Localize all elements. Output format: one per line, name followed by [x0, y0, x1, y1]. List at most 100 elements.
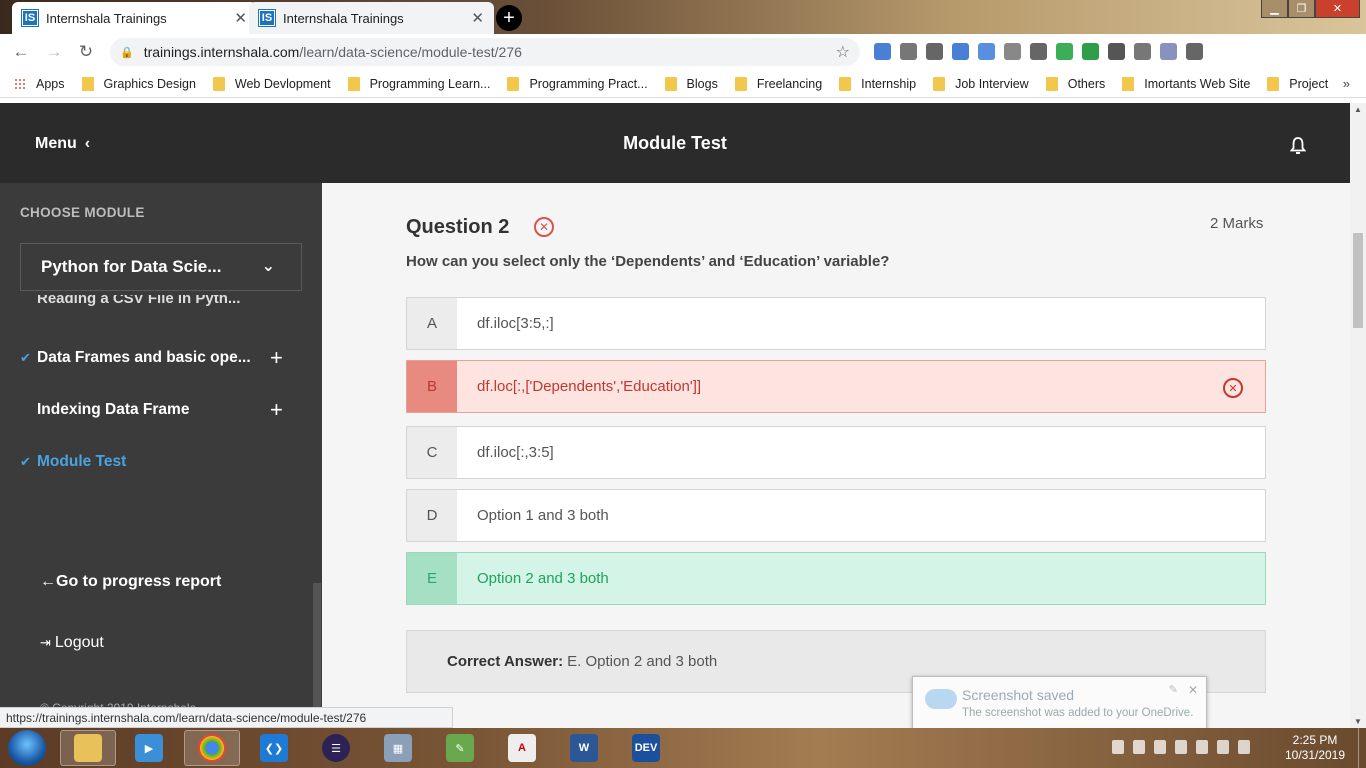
- bookmark-folder[interactable]: Programming Pract...: [507, 76, 648, 91]
- scroll-up-icon[interactable]: ▲: [1354, 105, 1362, 114]
- minimize-window-button[interactable]: ▁: [1261, 0, 1288, 18]
- vscode-icon: ❮❯: [260, 734, 288, 762]
- option-b[interactable]: B df.loc[:,['Dependents','Education']] ✕: [406, 360, 1266, 413]
- bookmark-folder[interactable]: Graphics Design: [81, 76, 196, 91]
- sidebar-item-module-test[interactable]: ✔ Module Test: [0, 447, 310, 477]
- extension-icon[interactable]: [1108, 43, 1125, 60]
- folder-icon: [81, 76, 94, 91]
- option-text: Option 2 and 3 both: [477, 570, 609, 587]
- forward-arrow-icon[interactable]: →: [45, 42, 63, 61]
- bookmark-folder[interactable]: Web Devlopment: [212, 76, 331, 91]
- onedrive-icon[interactable]: [1175, 740, 1187, 754]
- close-icon[interactable]: ✕: [1188, 683, 1198, 697]
- close-window-button[interactable]: ✕: [1315, 0, 1360, 18]
- taskbar-word[interactable]: W: [556, 730, 612, 766]
- taskbar-devcpp[interactable]: DEV: [618, 730, 674, 766]
- bookmark-folder[interactable]: Programming Learn...: [347, 76, 490, 91]
- php-extension-icon[interactable]: [1160, 43, 1177, 60]
- close-tab-icon[interactable]: ✕: [234, 9, 247, 27]
- reload-icon[interactable]: ↻: [77, 42, 95, 61]
- sidebar-item-indexing[interactable]: Indexing Data Frame +: [0, 395, 310, 425]
- expand-plus-icon[interactable]: +: [270, 345, 283, 371]
- page-scrollbar[interactable]: ▲ ▼: [1350, 103, 1366, 728]
- option-c[interactable]: C df.iloc[:,3:5]: [406, 426, 1266, 479]
- bookmark-folder[interactable]: Project: [1267, 76, 1329, 91]
- taskbar-chrome[interactable]: [184, 730, 240, 766]
- drive-extension-icon[interactable]: [1056, 43, 1073, 60]
- scroll-down-icon[interactable]: ▼: [1354, 717, 1362, 726]
- sidebar-item-reading-csv[interactable]: Reading a CSV File in Pyth...: [37, 295, 240, 309]
- action-center-icon[interactable]: [1133, 740, 1145, 754]
- extension-icon[interactable]: [1030, 43, 1047, 60]
- mail-extension-icon[interactable]: [926, 43, 943, 60]
- bookmark-label: Others: [1067, 76, 1106, 91]
- logout-icon: ⇥: [40, 635, 51, 650]
- taskbar-media-player[interactable]: ▶: [121, 730, 177, 766]
- address-bar[interactable]: 🔒 trainings.internshala.com /learn/data-…: [110, 38, 860, 66]
- scrollbar-thumb[interactable]: [1353, 233, 1363, 328]
- folder-icon: [212, 76, 225, 91]
- display-icon[interactable]: [1154, 740, 1166, 754]
- back-arrow-icon[interactable]: ←: [12, 42, 30, 61]
- power-icon[interactable]: [1196, 740, 1208, 754]
- extension-icon[interactable]: [952, 43, 969, 60]
- translate-extension-icon[interactable]: [874, 43, 891, 60]
- browser-tab-2[interactable]: IS Internshala Trainings ✕: [249, 2, 494, 34]
- show-desktop-button[interactable]: [1358, 728, 1366, 768]
- location-extension-icon[interactable]: [1004, 43, 1021, 60]
- option-d[interactable]: D Option 1 and 3 both: [406, 489, 1266, 542]
- taskbar-sticky-app[interactable]: ✎: [432, 730, 488, 766]
- tray-arrow-icon[interactable]: [1112, 740, 1124, 754]
- bookmark-folder[interactable]: Job Interview: [933, 76, 1029, 91]
- bookmark-star-icon[interactable]: ☆: [836, 42, 850, 62]
- folder-icon: [1122, 76, 1135, 91]
- camera-extension-icon[interactable]: [978, 43, 995, 60]
- screenshot-extension-icon[interactable]: [1134, 43, 1151, 60]
- module-dropdown[interactable]: Python for Data Scie... ⌄: [20, 243, 302, 291]
- extension-icon[interactable]: [1082, 43, 1099, 60]
- check-icon: ✔: [20, 350, 31, 365]
- new-tab-button[interactable]: +: [496, 5, 522, 31]
- bookmark-folder[interactable]: Blogs: [664, 76, 718, 91]
- url-path: /learn/data-science/module-test/276: [299, 44, 522, 60]
- question-title: Question 2: [406, 216, 510, 238]
- maximize-window-button[interactable]: ❐: [1288, 0, 1315, 18]
- bookmark-label: Job Interview: [955, 76, 1029, 91]
- taskbar-acrobat[interactable]: A: [494, 730, 550, 766]
- selected-module: Python for Data Scie...: [41, 257, 222, 276]
- bookmark-label: Project: [1289, 76, 1329, 91]
- folder-icon: [933, 76, 946, 91]
- close-tab-icon[interactable]: ✕: [471, 9, 484, 27]
- volume-icon[interactable]: [1217, 740, 1229, 754]
- expand-plus-icon[interactable]: +: [270, 397, 283, 423]
- notification-bell-icon[interactable]: [1290, 137, 1306, 155]
- extension-icon[interactable]: [900, 43, 917, 60]
- network-icon[interactable]: [1238, 740, 1250, 754]
- system-clock[interactable]: 2:25 PM 10/31/2019: [1280, 733, 1350, 763]
- browser-tab-1[interactable]: IS Internshala Trainings ✕: [12, 2, 257, 34]
- option-e[interactable]: E Option 2 and 3 both: [406, 552, 1266, 605]
- bookmarks-overflow-icon[interactable]: »: [1343, 76, 1350, 91]
- sidebar-item-data-frames[interactable]: ✔ Data Frames and basic ope... +: [0, 343, 310, 373]
- logout-link[interactable]: ⇥ Logout: [40, 634, 104, 652]
- start-button[interactable]: [8, 730, 46, 766]
- bookmark-folder[interactable]: Imortants Web Site: [1122, 76, 1250, 91]
- taskbar-vscode[interactable]: ❮❯: [246, 730, 302, 766]
- bookmark-folder[interactable]: Others: [1045, 76, 1106, 91]
- option-key: D: [407, 490, 457, 541]
- extension-icon[interactable]: [1186, 43, 1203, 60]
- bookmark-folder[interactable]: Freelancing: [734, 76, 823, 91]
- bookmark-label: Freelancing: [756, 76, 823, 91]
- taskbar-eclipse[interactable]: ☰: [308, 730, 364, 766]
- onedrive-notification[interactable]: Screenshot saved The screenshot was adde…: [912, 676, 1207, 729]
- check-icon: ✔: [20, 454, 31, 469]
- option-key: A: [407, 298, 457, 349]
- progress-report-link[interactable]: ←Go to progress report: [40, 573, 221, 591]
- pin-icon[interactable]: ✎: [1169, 683, 1178, 696]
- taskbar-file-explorer[interactable]: [60, 730, 116, 766]
- sidebar-item-label: Module Test: [37, 453, 127, 470]
- bookmark-folder[interactable]: Internship: [839, 76, 916, 91]
- bookmark-apps[interactable]: Apps: [14, 77, 65, 91]
- option-a[interactable]: A df.iloc[3:5,:]: [406, 297, 1266, 350]
- taskbar-calculator[interactable]: ▦: [370, 730, 426, 766]
